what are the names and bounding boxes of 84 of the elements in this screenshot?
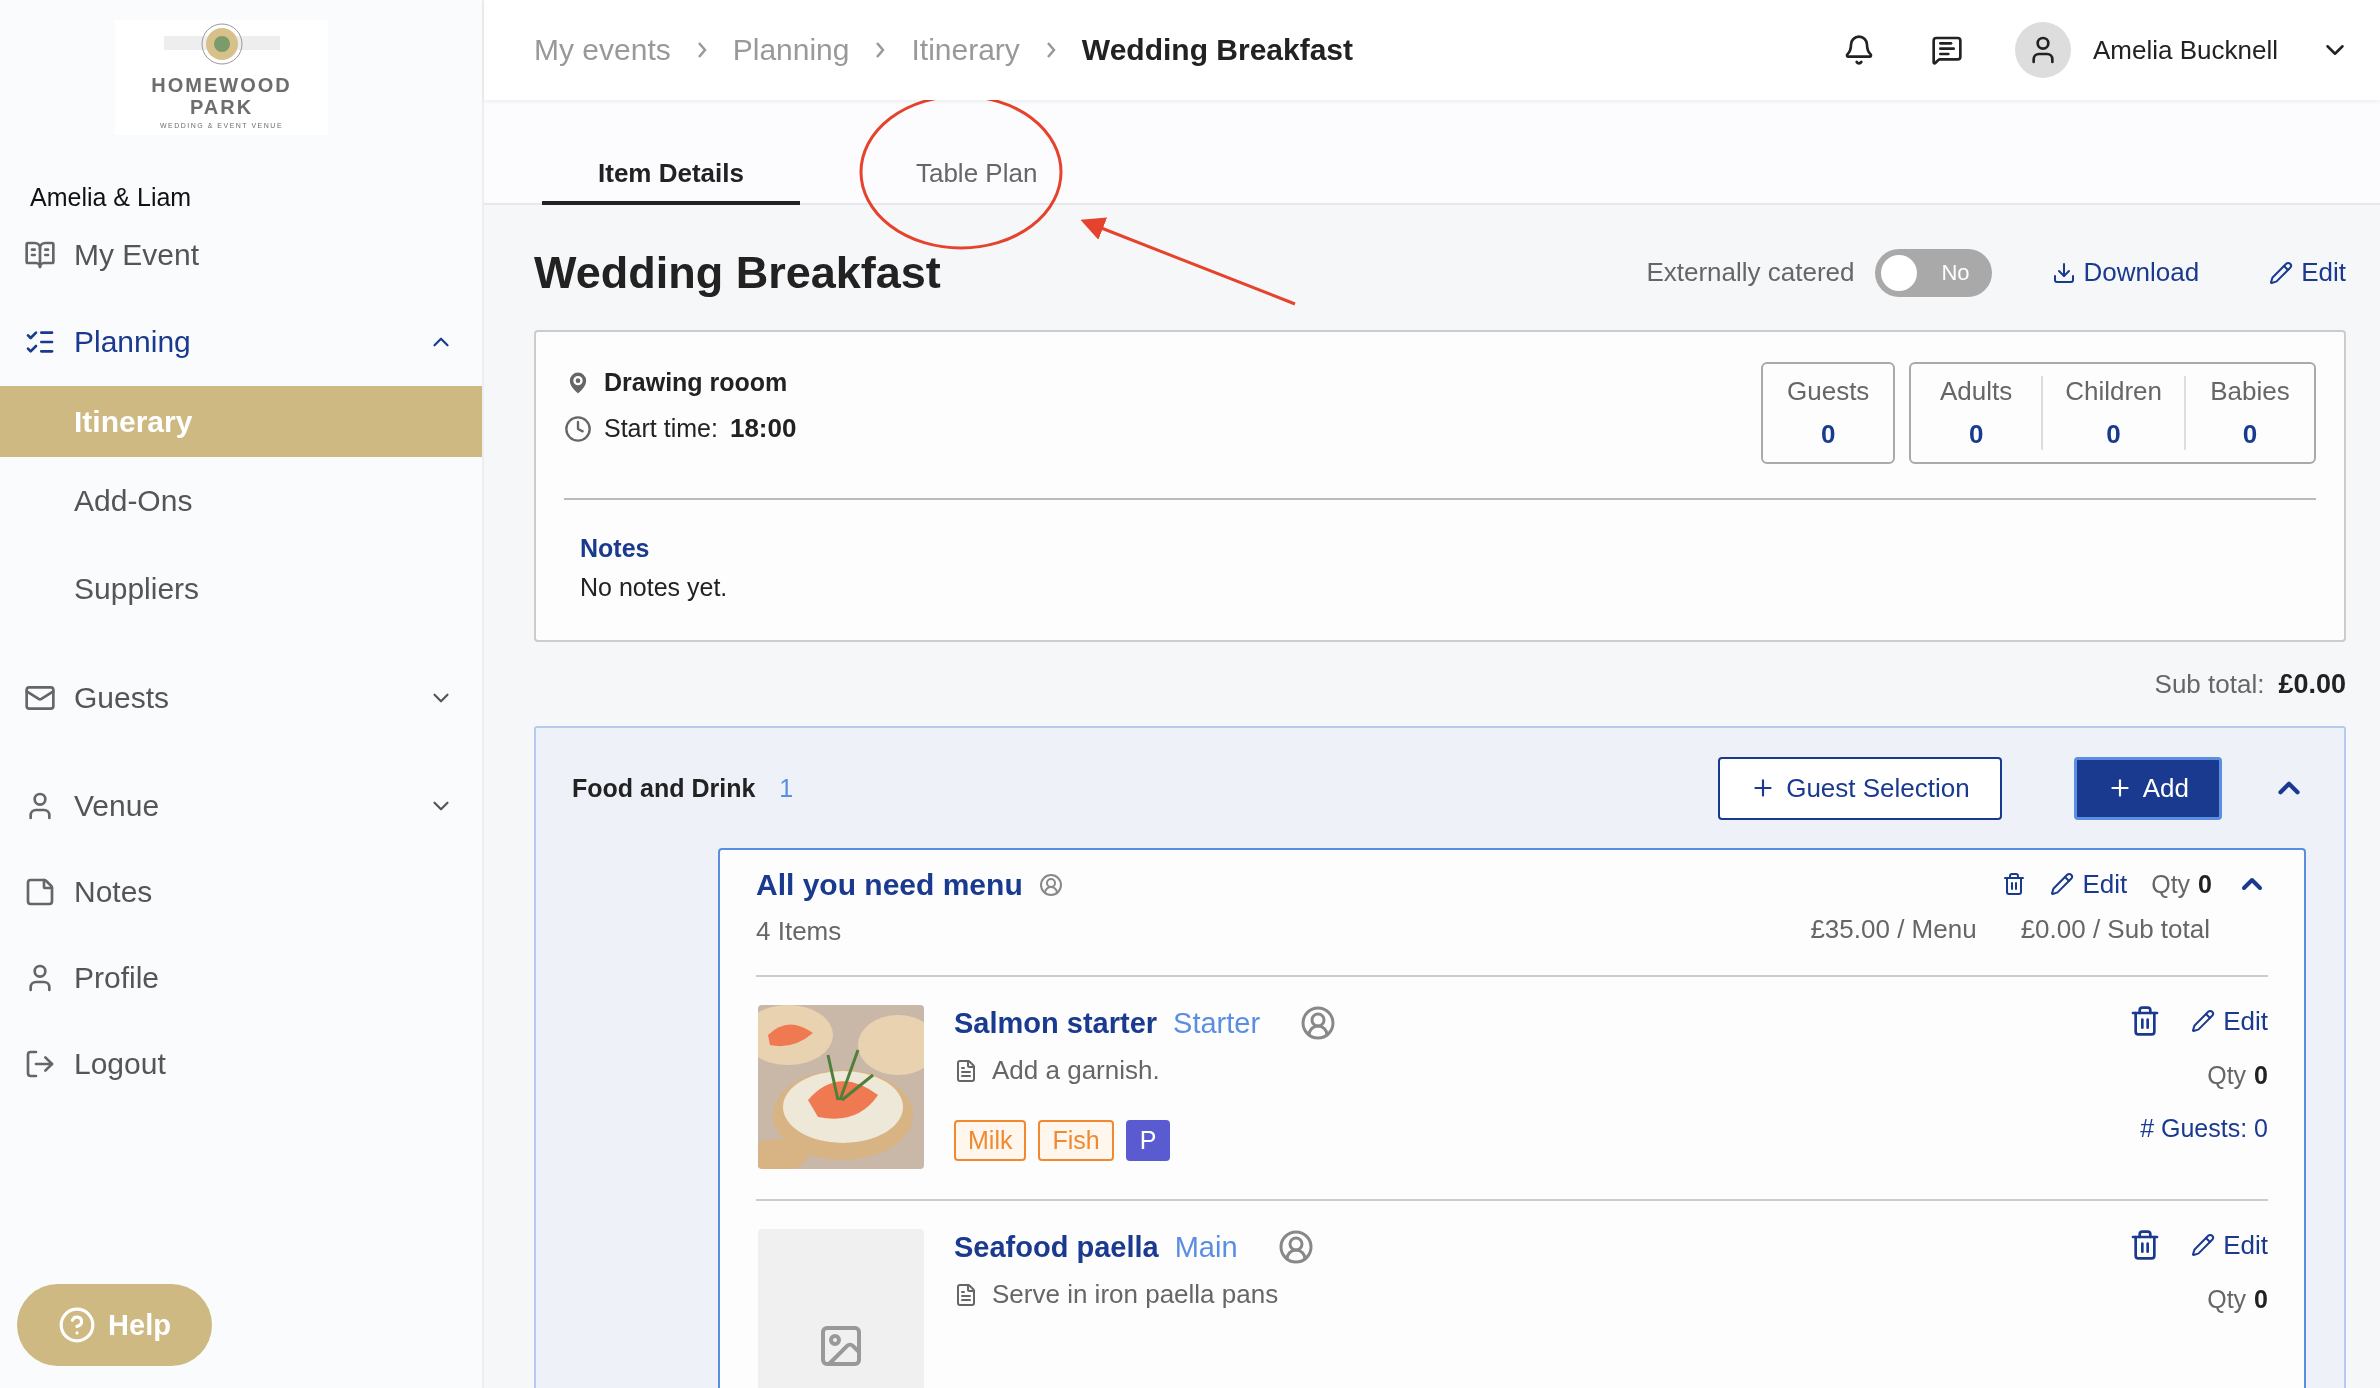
guest-selection-button[interactable]: Guest Selection [1718,756,2002,820]
trash-icon[interactable] [2002,872,2027,896]
guest-count: # Guests: 0 [2140,1114,2268,1143]
qty-value: 0 [2198,869,2212,899]
tab[interactable]: Item Details [542,158,800,205]
dietary-tag: Fish [1038,1120,1114,1161]
menu-subtotal: £0.00 / Sub total [2020,914,2210,945]
person-circle-icon [1277,1229,1314,1265]
catering-label: Externally catered [1646,257,1855,288]
count-label: Babies [2210,376,2290,407]
menu-name: All you need menu [756,868,1023,902]
logout-icon [24,1048,56,1080]
item-note: Serve in iron paella pans [992,1279,1279,1310]
edit-link[interactable]: Edit [2269,257,2346,288]
download-link[interactable]: Download [2051,257,2200,288]
count-label: Guests [1787,376,1870,407]
document-icon [24,876,56,908]
pencil-icon [2050,872,2075,896]
avatar[interactable] [2015,22,2071,78]
nav-item[interactable]: My Event [0,212,482,298]
breadcrumb-current: Wedding Breakfast [1081,33,1354,67]
clock-icon [564,414,592,443]
bell-icon[interactable] [1843,34,1875,66]
download-icon [2051,260,2076,285]
chat-icon[interactable] [1931,34,1963,66]
count-value: 0 [2242,419,2258,450]
chevron-right-icon [1045,42,1056,58]
subtotal-value: £0.00 [2278,668,2346,700]
count-label: Adults [1940,376,2013,407]
location: Drawing rooom [604,368,788,397]
chevron-right-icon [875,42,886,58]
nav-item[interactable]: Notes [0,849,482,935]
help-icon [58,1306,97,1344]
nav-subitem[interactable]: Add-Ons [0,457,482,545]
event-name: Amelia & Liam [30,183,193,212]
book-icon [24,239,56,271]
qty-value: 0 [2254,1061,2268,1090]
nav-item[interactable]: Planning [0,298,482,386]
menu-items-count: 4 Items [756,916,842,947]
nav-subitem[interactable]: Suppliers [0,545,482,633]
item-course: Starter [1173,1006,1261,1040]
person-circle-icon [1038,873,1063,897]
subtotal-label: Sub total: [2154,668,2265,700]
user-name: Amelia Bucknell [2093,34,2278,66]
logo-text: PARK [189,96,254,118]
count-label: Children [2065,376,2162,407]
start-time-label: Start time: [604,414,718,443]
nav-item[interactable]: Guests [0,633,482,763]
pencil-icon [2191,1233,2216,1257]
page-title: Wedding Breakfast [534,246,941,299]
dietary-tag: P [1125,1120,1171,1161]
section-title: Food and Drink [572,773,756,803]
edit-link[interactable]: Edit [2050,868,2128,900]
dietary-tag: Milk [954,1120,1027,1161]
count-value: 0 [1968,419,1984,450]
pencil-icon [2269,260,2294,285]
person-circle-icon [1300,1005,1337,1041]
qty-label: Qty [2151,869,2191,899]
edit-link[interactable]: Edit [2191,1229,2268,1261]
item-name: Salmon starter [954,1006,1158,1040]
notes-text: No notes yet. [580,573,729,602]
count-value: 0 [2106,419,2121,450]
notes-heading: Notes [580,534,651,563]
add-button[interactable]: Add [2073,756,2222,820]
tab[interactable]: Table Plan [859,158,1094,205]
qty-value: 0 [2254,1285,2268,1314]
nav-item[interactable]: Venue [0,763,482,849]
chevron-right-icon [696,42,707,58]
qty-label: Qty [2207,1061,2247,1090]
menu-price: £35.00 / Menu [1810,914,1977,945]
edit-link[interactable]: Edit [2191,1005,2268,1037]
nav-item[interactable]: Logout [0,1021,482,1107]
item-name: Seafood paella [954,1230,1159,1264]
note-icon [954,1058,978,1083]
item-note: Add a garnish. [992,1055,1160,1086]
item-course: Main [1174,1230,1238,1264]
section-count: 1 [779,773,795,803]
logo-text: HOMEWOOD [151,74,292,96]
count-value: 0 [1820,419,1836,450]
nav-item[interactable]: Profile [0,935,482,1021]
note-icon [954,1282,978,1307]
qty-label: Qty [2207,1285,2247,1314]
pencil-icon [2191,1009,2216,1033]
start-time: 18:00 [729,413,797,444]
